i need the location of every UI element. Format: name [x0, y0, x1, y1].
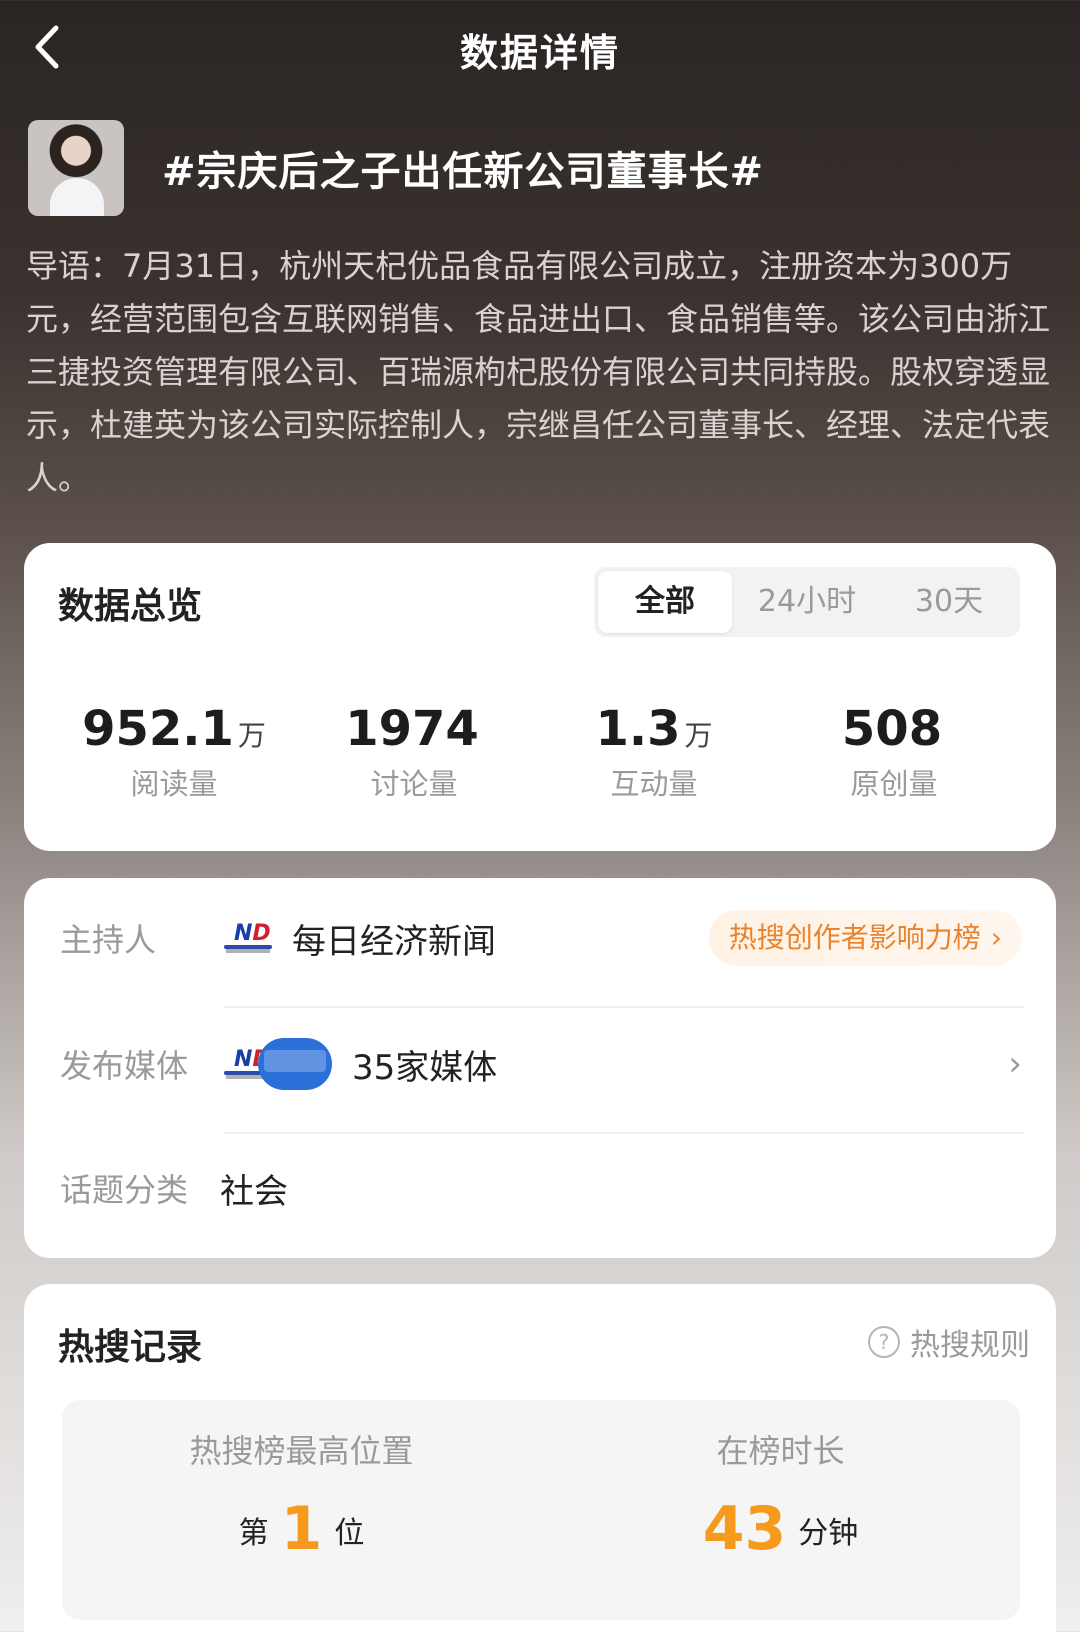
stat-number: 1974 [345, 701, 479, 757]
chevron-right-icon[interactable]: › [1008, 1044, 1022, 1084]
tab-30d[interactable]: 30天 [882, 571, 1016, 633]
duration-label: 在榜时长 [716, 1432, 845, 1470]
duration-value-row: 43 分钟 [541, 1494, 1020, 1564]
overview-title: 数据总览 [58, 586, 203, 627]
stat-number: 1.3 [595, 701, 681, 757]
divider [224, 1006, 1024, 1008]
peak-prefix: 第 [238, 1516, 269, 1551]
stat-unit: 万 [237, 719, 266, 752]
stat-label: 原创量 [850, 767, 938, 801]
peak-position: 热搜榜最高位置 第1位 [62, 1400, 541, 1620]
nbd-logo-icon: ND [224, 921, 272, 955]
hot-search-record-card: 热搜记录 ? 热搜规则 热搜榜最高位置 第1位 在榜时长 43 分钟 [24, 1284, 1056, 1632]
media-label: 发布媒体 [60, 1047, 189, 1085]
media-row[interactable]: 发布媒体 ND 35家媒体 › [24, 1032, 1056, 1096]
topic-intro: 导语：7月31日，杭州天杞优品食品有限公司成立，注册资本为300万元，经营范围包… [26, 247, 1051, 497]
question-icon: ? [868, 1326, 900, 1358]
category-row: 话题分类 社会 [24, 1158, 1056, 1218]
media-info: ND 35家媒体 [224, 1038, 497, 1090]
stat-interactions: 1.3 万 互动量 [534, 701, 774, 803]
stat-reads: 952.1 万 阅读量 [54, 701, 294, 803]
economy-media-logo-icon [258, 1038, 332, 1090]
stat-value: 508 [774, 701, 1014, 757]
record-stats-box: 热搜榜最高位置 第1位 在榜时长 43 分钟 [62, 1400, 1020, 1620]
rules-label: 热搜规则 [910, 1328, 1030, 1363]
overview-card: 数据总览 全部 24小时 30天 952.1 万 阅读量 1974 讨论量 1.3… [24, 543, 1056, 851]
stat-label: 互动量 [610, 767, 698, 801]
top-bar: 数据详情 [0, 0, 1080, 96]
topic-header: #宗庆后之子出任新公司董事长# [28, 120, 764, 216]
topic-title: #宗庆后之子出任新公司董事长# [162, 149, 765, 195]
rank-link-label: 热搜创作者影响力榜 [728, 921, 981, 954]
peak-suffix: 位 [334, 1516, 365, 1551]
stat-label: 阅读量 [130, 767, 218, 801]
stat-value: 1.3 万 [534, 701, 774, 757]
peak-label: 热搜榜最高位置 [189, 1432, 414, 1470]
page-title: 数据详情 [459, 31, 620, 75]
duration-unit: 分钟 [798, 1516, 859, 1551]
stat-value: 952.1 万 [54, 701, 294, 757]
host-label: 主持人 [60, 921, 157, 959]
host-name: 每日经济新闻 [292, 921, 496, 962]
influence-rank-link[interactable]: 热搜创作者影响力榜 › [708, 910, 1022, 966]
info-card: 主持人 ND 每日经济新闻 热搜创作者影响力榜 › 发布媒体 ND 35家媒体 ›… [24, 878, 1056, 1258]
divider [224, 1132, 1024, 1134]
stat-unit: 万 [684, 719, 713, 752]
tab-24h[interactable]: 24小时 [740, 571, 874, 633]
topic-avatar [28, 120, 124, 216]
stat-discussions: 1974 讨论量 [294, 701, 534, 803]
peak-value: 1 [280, 1494, 323, 1564]
stat-label: 讨论量 [370, 767, 458, 801]
stat-number: 952.1 [82, 701, 234, 757]
hot-search-rules-link[interactable]: ? 热搜规则 [868, 1320, 1030, 1364]
record-title: 热搜记录 [58, 1327, 203, 1368]
stats-row: 952.1 万 阅读量 1974 讨论量 1.3 万 互动量 508 原创量 [24, 701, 1056, 803]
duration-value: 43 [702, 1494, 787, 1564]
host-row[interactable]: 主持人 ND 每日经济新闻 热搜创作者影响力榜 › [24, 908, 1056, 968]
host-info: ND 每日经济新闻 [224, 914, 496, 963]
stat-number: 508 [841, 701, 943, 757]
peak-value-row: 第1位 [62, 1494, 541, 1564]
category-label: 话题分类 [60, 1171, 189, 1209]
media-count: 35家媒体 [352, 1047, 498, 1088]
stat-originals: 508 原创量 [774, 701, 1014, 803]
chevron-right-icon: › [990, 921, 1002, 954]
duration: 在榜时长 43 分钟 [541, 1400, 1020, 1620]
category-value: 社会 [220, 1171, 288, 1212]
time-range-tabs: 全部 24小时 30天 [594, 567, 1020, 637]
stat-value: 1974 [294, 701, 534, 757]
tab-all[interactable]: 全部 [598, 571, 732, 633]
